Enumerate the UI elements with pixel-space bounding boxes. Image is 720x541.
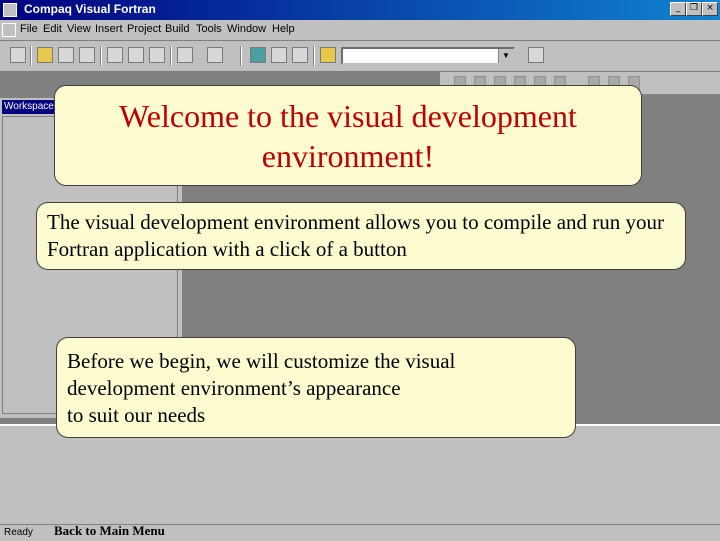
minimize-button[interactable]: _ (670, 2, 686, 16)
find-combo[interactable]: ▼ (341, 47, 515, 65)
redo-icon[interactable] (207, 47, 223, 63)
menu-view[interactable]: View (67, 23, 91, 35)
menu-file[interactable]: File (20, 23, 38, 35)
title-bar: Compaq Visual Fortran _ ❐ × (0, 0, 720, 20)
customize-callout: Before we begin, we will customize the v… (56, 337, 576, 438)
restore-button[interactable]: ❐ (686, 2, 702, 16)
undo-icon[interactable] (177, 47, 193, 63)
intro-callout: The visual development environment allow… (36, 202, 686, 270)
toolbar-separator (170, 46, 172, 66)
customize-text-line3: to suit our needs (67, 403, 206, 427)
menu-build[interactable]: Build (165, 23, 189, 35)
menu-tools[interactable]: Tools (196, 23, 222, 35)
customize-text-line2: development environment’s appearance (67, 376, 401, 400)
customize-text-line1: Before we begin, we will customize the v… (67, 349, 456, 373)
window-title: Compaq Visual Fortran (24, 2, 156, 16)
toolbar-separator (30, 46, 32, 66)
back-to-main-menu-link[interactable]: Back to Main Menu (54, 523, 165, 539)
save-icon[interactable] (58, 47, 74, 63)
app-icon[interactable] (3, 3, 17, 17)
doc-icon[interactable] (2, 23, 16, 37)
menu-window[interactable]: Window (227, 23, 266, 35)
menu-insert[interactable]: Insert (95, 23, 123, 35)
toolbar-separator (100, 46, 102, 66)
copy-icon[interactable] (128, 47, 144, 63)
paste-icon[interactable] (149, 47, 165, 63)
menu-project[interactable]: Project (127, 23, 161, 35)
intro-text: The visual development environment allow… (47, 210, 665, 261)
find-icon[interactable] (528, 47, 544, 63)
welcome-callout: Welcome to the visual development enviro… (54, 85, 642, 186)
workspace-title[interactable]: Workspace (2, 100, 62, 114)
new-file-icon[interactable] (10, 47, 26, 63)
menu-bar: File Edit View Insert Project Build Tool… (0, 20, 720, 41)
chevron-down-icon[interactable]: ▼ (498, 49, 513, 63)
status-text: Ready (4, 527, 33, 538)
find-in-files-icon[interactable] (320, 47, 336, 63)
save-all-icon[interactable] (79, 47, 95, 63)
cut-icon[interactable] (107, 47, 123, 63)
window-list-icon[interactable] (292, 47, 308, 63)
menu-edit[interactable]: Edit (43, 23, 62, 35)
open-folder-icon[interactable] (37, 47, 53, 63)
close-button[interactable]: × (702, 2, 718, 16)
toolbar-separator (240, 46, 242, 66)
output-pane[interactable] (0, 424, 720, 526)
welcome-text: Welcome to the visual development enviro… (119, 98, 577, 174)
workspace-toggle-icon[interactable] (250, 47, 266, 63)
toolbar-separator (313, 46, 315, 66)
menu-help[interactable]: Help (272, 23, 295, 35)
output-toggle-icon[interactable] (271, 47, 287, 63)
